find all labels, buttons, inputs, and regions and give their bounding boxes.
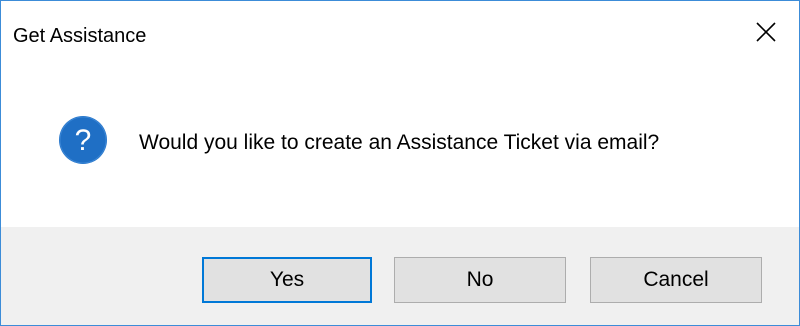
dialog-message: Would you like to create an Assistance T… [139,131,660,154]
svg-text:?: ? [75,124,92,157]
close-button[interactable] [733,1,799,63]
yes-button[interactable]: Yes [202,257,372,303]
close-icon [756,22,776,42]
button-bar: Yes No Cancel [1,227,799,325]
window-title: Get Assistance [13,25,147,47]
no-button[interactable]: No [394,257,566,303]
cancel-button[interactable]: Cancel [590,257,762,303]
question-icon: ? [59,116,107,164]
assistance-dialog: Get Assistance ? Would you like to creat… [0,0,800,326]
title-bar: Get Assistance [1,1,799,63]
dialog-content: ? Would you like to create an Assistance… [1,63,799,227]
